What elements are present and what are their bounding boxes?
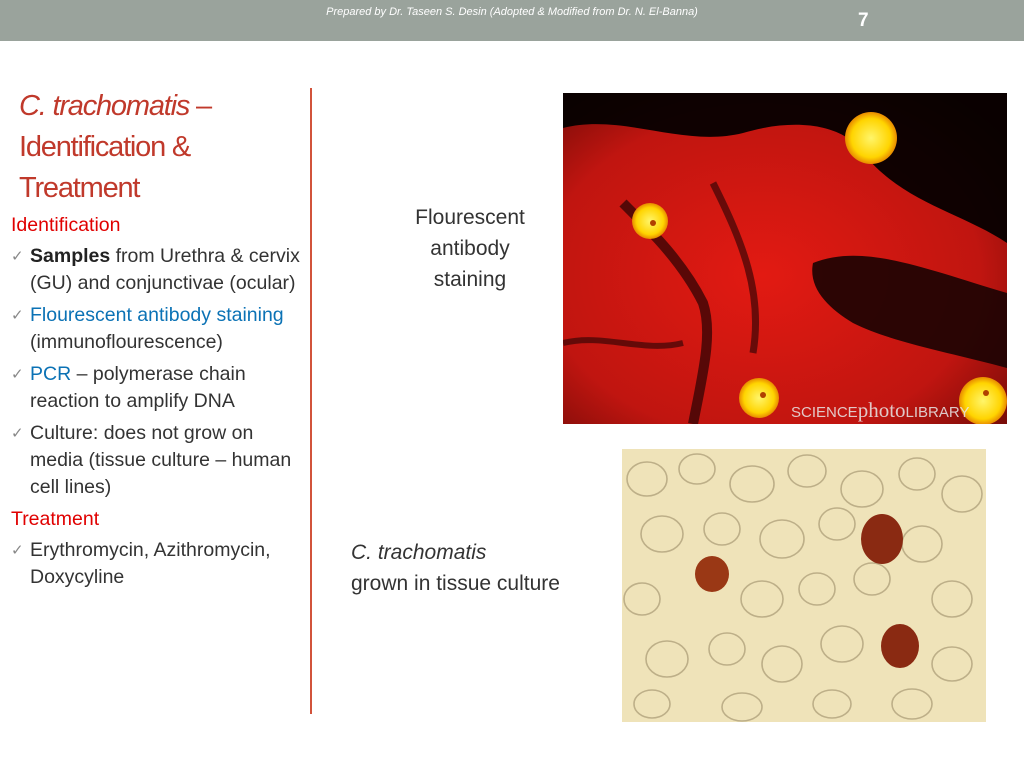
checkmark-icon: ✓ bbox=[11, 542, 24, 559]
checkmark-icon: ✓ bbox=[11, 248, 24, 265]
watermark-part2: photo bbox=[858, 398, 906, 422]
bullet-samples: ✓ Samples from Urethra & cervix (GU) and… bbox=[11, 243, 311, 297]
title-line2: Identification & bbox=[19, 131, 191, 163]
bullet-bold: Samples bbox=[30, 245, 111, 267]
bullet-treatment: ✓ Erythromycin, Azithromycin, Doxycyline bbox=[11, 537, 311, 591]
caption-line: grown in tissue culture bbox=[351, 572, 560, 595]
fluorescent-antibody-image: SCIENCEphotoLIBRARY bbox=[563, 93, 1007, 424]
tc-image-caption: C. trachomatis grown in tissue culture bbox=[351, 537, 621, 599]
credit-text: Prepared by Dr. Taseen S. Desin (Adopted… bbox=[326, 6, 698, 18]
page-number: 7 bbox=[858, 10, 869, 31]
treatment-heading: Treatment bbox=[11, 508, 100, 530]
content-panel: Identification ✓ Samples from Urethra & … bbox=[11, 212, 311, 596]
identification-heading: Identification bbox=[11, 214, 121, 236]
bullet-fa-staining: ✓ Flourescent antibody staining (immunof… bbox=[11, 302, 311, 356]
bullet-pcr: ✓ PCR – polymerase chain reaction to amp… bbox=[11, 361, 311, 415]
bullet-culture: ✓ Culture: does not grow on media (tissu… bbox=[11, 420, 311, 501]
checkmark-icon: ✓ bbox=[11, 366, 24, 383]
bullet-blue-term: PCR bbox=[30, 363, 72, 385]
watermark-part1: SCIENCE bbox=[791, 404, 858, 421]
bullet-text: Erythromycin, Azithromycin, Doxycyline bbox=[30, 539, 271, 588]
title-line3: Treatment bbox=[19, 172, 140, 204]
bullet-blue-term: Flourescent antibody staining bbox=[30, 304, 284, 326]
fa-image-caption: Flourescent antibody staining bbox=[395, 202, 545, 295]
bullet-text: Culture: does not grow on media (tissue … bbox=[30, 422, 292, 498]
caption-line: antibody bbox=[430, 237, 510, 260]
title-organism: C. trachomatis bbox=[19, 90, 190, 122]
checkmark-icon: ✓ bbox=[11, 425, 24, 442]
caption-line: Flourescent bbox=[415, 206, 525, 229]
caption-line: staining bbox=[433, 268, 507, 291]
checkmark-icon: ✓ bbox=[11, 307, 24, 324]
title-dash: – bbox=[189, 90, 212, 122]
bullet-text: (immunoflourescence) bbox=[30, 331, 223, 353]
caption-organism: C. trachomatis bbox=[351, 541, 487, 564]
slide-title: C. trachomatis – Identification & Treatm… bbox=[19, 86, 309, 209]
watermark-part3: LIBRARY bbox=[906, 404, 970, 421]
header-bar: Prepared by Dr. Taseen S. Desin (Adopted… bbox=[0, 0, 1024, 41]
tissue-culture-image bbox=[622, 449, 986, 722]
